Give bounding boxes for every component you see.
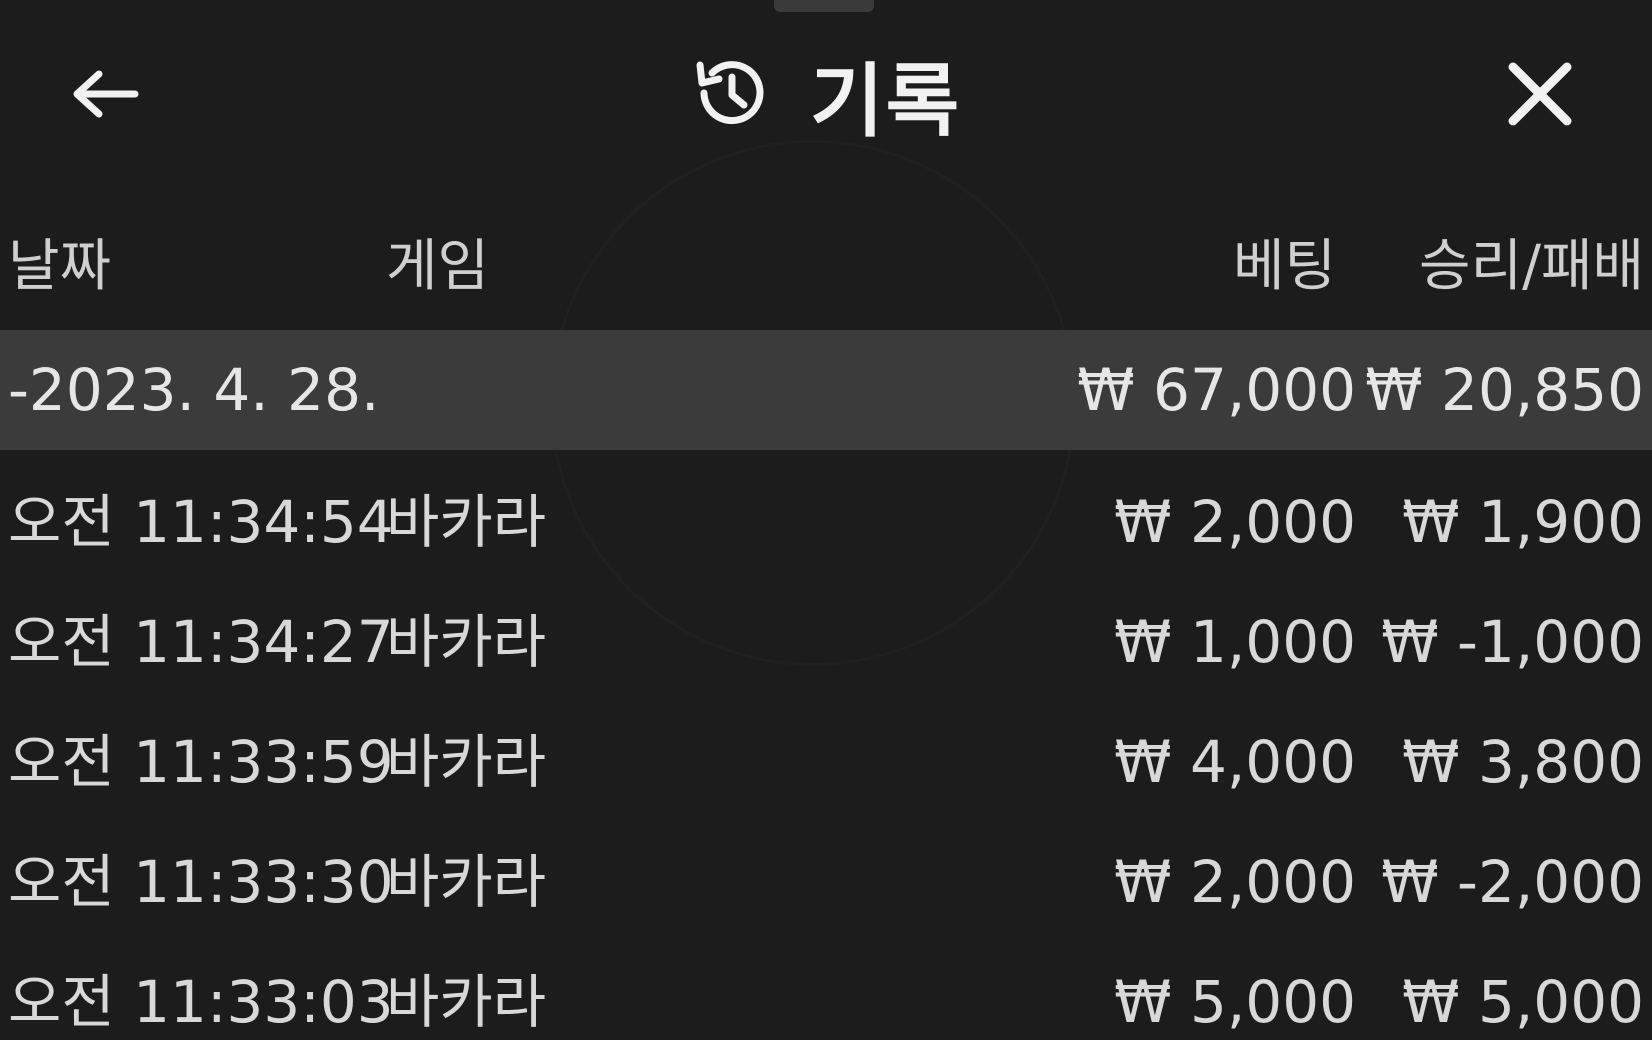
title: 기록 — [690, 50, 961, 148]
table-row[interactable]: 오전 11:33:03 바카라 ₩ 5,000 ₩ 5,000 — [0, 942, 1652, 1040]
row-win-loss: ₩ -1,000 — [1381, 608, 1644, 676]
table-row[interactable]: 오전 11:34:54 바카라 ₩ 2,000 ₩ 1,900 — [0, 462, 1652, 582]
row-bet: ₩ 2,000 — [1114, 488, 1356, 556]
column-header-bet: 베팅 — [1232, 234, 1336, 299]
header: 기록 — [0, 20, 1652, 170]
row-bet: ₩ 4,000 — [1114, 728, 1356, 796]
row-game: 바카라 — [386, 728, 547, 796]
history-panel: 기록 날짜 게임 베팅 승리/패배 -2023. 4. 28. ₩ 67,000… — [0, 0, 1652, 1040]
row-time: 오전 11:33:59 — [8, 728, 394, 796]
row-bet: ₩ 5,000 — [1114, 968, 1356, 1036]
close-button[interactable] — [1500, 58, 1580, 134]
drag-handle[interactable] — [774, 0, 874, 12]
row-game: 바카라 — [386, 488, 547, 556]
summary-row[interactable]: -2023. 4. 28. ₩ 67,000 ₩ 20,850 — [0, 330, 1652, 450]
close-icon — [1507, 61, 1573, 131]
arrow-left-icon — [69, 69, 139, 123]
row-game: 바카라 — [386, 968, 547, 1036]
back-button[interactable] — [64, 66, 144, 126]
column-header-win-loss: 승리/패배 — [1419, 234, 1644, 299]
column-header-date: 날짜 — [8, 234, 112, 299]
table-row[interactable]: 오전 11:33:59 바카라 ₩ 4,000 ₩ 3,800 — [0, 702, 1652, 822]
summary-win-loss: ₩ 20,850 — [1365, 356, 1644, 424]
row-bet: ₩ 2,000 — [1114, 848, 1356, 916]
row-game: 바카라 — [386, 848, 547, 916]
row-win-loss: ₩ 5,000 — [1402, 968, 1644, 1036]
row-time: 오전 11:33:03 — [8, 968, 394, 1036]
row-game: 바카라 — [386, 608, 547, 676]
table-row[interactable]: 오전 11:34:27 바카라 ₩ 1,000 ₩ -1,000 — [0, 582, 1652, 702]
summary-bet: ₩ 67,000 — [1077, 356, 1356, 424]
row-bet: ₩ 1,000 — [1114, 608, 1356, 676]
row-win-loss: ₩ -2,000 — [1381, 848, 1644, 916]
row-win-loss: ₩ 1,900 — [1402, 488, 1644, 556]
row-time: 오전 11:34:27 — [8, 608, 394, 676]
row-win-loss: ₩ 3,800 — [1402, 728, 1644, 796]
table-row[interactable]: 오전 11:33:30 바카라 ₩ 2,000 ₩ -2,000 — [0, 822, 1652, 942]
history-icon — [690, 53, 770, 137]
summary-date: -2023. 4. 28. — [8, 356, 380, 424]
row-time: 오전 11:33:30 — [8, 848, 394, 916]
column-header-game: 게임 — [386, 234, 490, 299]
row-time: 오전 11:34:54 — [8, 488, 394, 556]
page-title: 기록 — [810, 55, 962, 148]
